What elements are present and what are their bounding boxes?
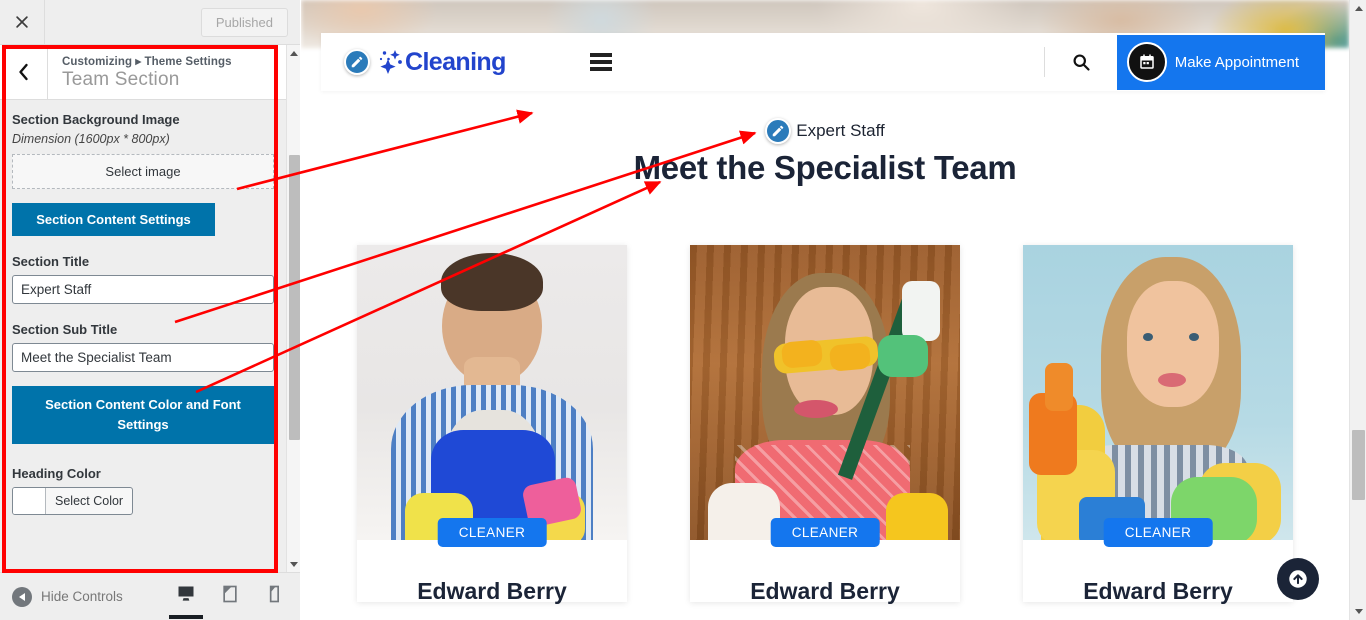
header-actions: Make Appointment: [1043, 33, 1325, 91]
heading-color-label: Heading Color: [12, 466, 101, 482]
device-preview-buttons: [169, 580, 300, 619]
select-color-label: Select Color: [55, 494, 124, 509]
color-swatch: [13, 488, 46, 515]
section-content-settings-button[interactable]: Section Content Settings: [12, 203, 215, 236]
collapse-icon: [12, 586, 32, 607]
mobile-icon[interactable]: [262, 580, 286, 613]
team-member-photo: [690, 245, 960, 540]
hide-controls-label: Hide Controls: [41, 589, 123, 604]
team-card-body: CLEANER Edward Berry: [1023, 518, 1293, 604]
pencil-edit-icon[interactable]: [765, 118, 792, 144]
site-preview-frame[interactable]: Cleaning Make Appointment Expert Staff M…: [301, 0, 1349, 620]
page-title: Team Section: [62, 68, 180, 90]
section-color-font-settings-button[interactable]: Section Content Color and Font Settings: [12, 386, 274, 445]
team-cards-list: CLEANER Edward Berry CLEANER Edward Berr…: [301, 245, 1349, 604]
logo-text: Cleaning: [405, 47, 506, 76]
scroll-up-arrow[interactable]: [287, 45, 301, 61]
hamburger-menu-icon[interactable]: [589, 50, 612, 75]
published-button[interactable]: Published: [200, 7, 288, 37]
section-subtitle-label: Section Sub Title: [12, 322, 118, 337]
section-subtitle-row: Expert Staff: [765, 118, 885, 144]
customizer-topbar: Published: [0, 0, 300, 45]
panel-controls: Section Background Image Dimension (1600…: [0, 100, 286, 572]
customizer-sidebar: Published Customizing ▸ Theme Settings T…: [0, 0, 300, 620]
section-subtitle-text: Expert Staff: [796, 121, 885, 140]
team-card[interactable]: CLEANER Edward Berry: [690, 245, 960, 604]
panel-header: Customizing ▸ Theme Settings Team Sectio…: [0, 45, 300, 100]
scroll-down-arrow[interactable]: [287, 556, 301, 572]
section-title-input[interactable]: [12, 275, 274, 304]
pencil-edit-icon[interactable]: [344, 49, 370, 75]
tablet-icon[interactable]: [218, 580, 242, 613]
team-member-photo: [1023, 245, 1293, 540]
bg-image-label: Section Background Image: [12, 112, 180, 127]
member-name: Edward Berry: [750, 578, 900, 604]
sparkle-icon: [379, 50, 402, 74]
member-name: Edward Berry: [417, 578, 567, 604]
site-header: Cleaning Make Appointment: [321, 33, 1325, 91]
team-card-body: CLEANER Edward Berry: [690, 518, 960, 604]
team-card-body: CLEANER Edward Berry: [357, 518, 627, 604]
breadcrumb: Customizing ▸ Theme Settings: [62, 55, 232, 68]
scroll-down-arrow[interactable]: [1350, 603, 1366, 620]
team-card[interactable]: CLEANER Edward Berry: [1023, 245, 1293, 604]
scrollbar-thumb[interactable]: [1352, 430, 1365, 500]
heading-color-picker[interactable]: Select Color: [12, 487, 134, 516]
chevron-left-icon[interactable]: [0, 45, 48, 99]
section-title-label: Section Title: [12, 254, 90, 269]
section-title-text: Meet the Specialist Team: [633, 149, 1017, 186]
make-appointment-wrapper[interactable]: Make Appointment: [1116, 34, 1325, 90]
customizer-footer: Hide Controls: [0, 572, 300, 620]
panel-titles: Customizing ▸ Theme Settings Team Sectio…: [48, 54, 232, 91]
search-icon[interactable]: [1045, 52, 1117, 72]
role-badge: CLEANER: [437, 518, 547, 547]
preview-scrollbar[interactable]: [1349, 0, 1366, 620]
scroll-up-arrow[interactable]: [1350, 0, 1366, 17]
section-subtitle-input[interactable]: [12, 343, 274, 372]
scroll-to-top-button[interactable]: [1277, 558, 1319, 600]
customizer-screen: Cleaning Make Appointment Expert Staff M…: [0, 0, 1366, 620]
role-badge: CLEANER: [1103, 518, 1213, 547]
scrollbar-thumb[interactable]: [289, 155, 300, 440]
team-member-photo: [357, 245, 627, 540]
desktop-icon[interactable]: [169, 580, 203, 619]
site-logo[interactable]: Cleaning: [321, 45, 506, 79]
team-card[interactable]: CLEANER Edward Berry: [357, 245, 627, 604]
role-badge: CLEANER: [770, 518, 880, 547]
bg-image-dimension: Dimension (1600px * 800px): [12, 132, 170, 146]
select-image-button[interactable]: Select image: [12, 154, 274, 189]
sidebar-scrollbar[interactable]: [286, 45, 300, 572]
hide-controls-button[interactable]: Hide Controls: [0, 586, 123, 607]
team-section-heading: Expert Staff Meet the Specialist Team: [301, 118, 1349, 187]
member-name: Edward Berry: [1083, 578, 1233, 604]
close-icon[interactable]: [0, 0, 45, 44]
calendar-icon: [1126, 42, 1167, 82]
